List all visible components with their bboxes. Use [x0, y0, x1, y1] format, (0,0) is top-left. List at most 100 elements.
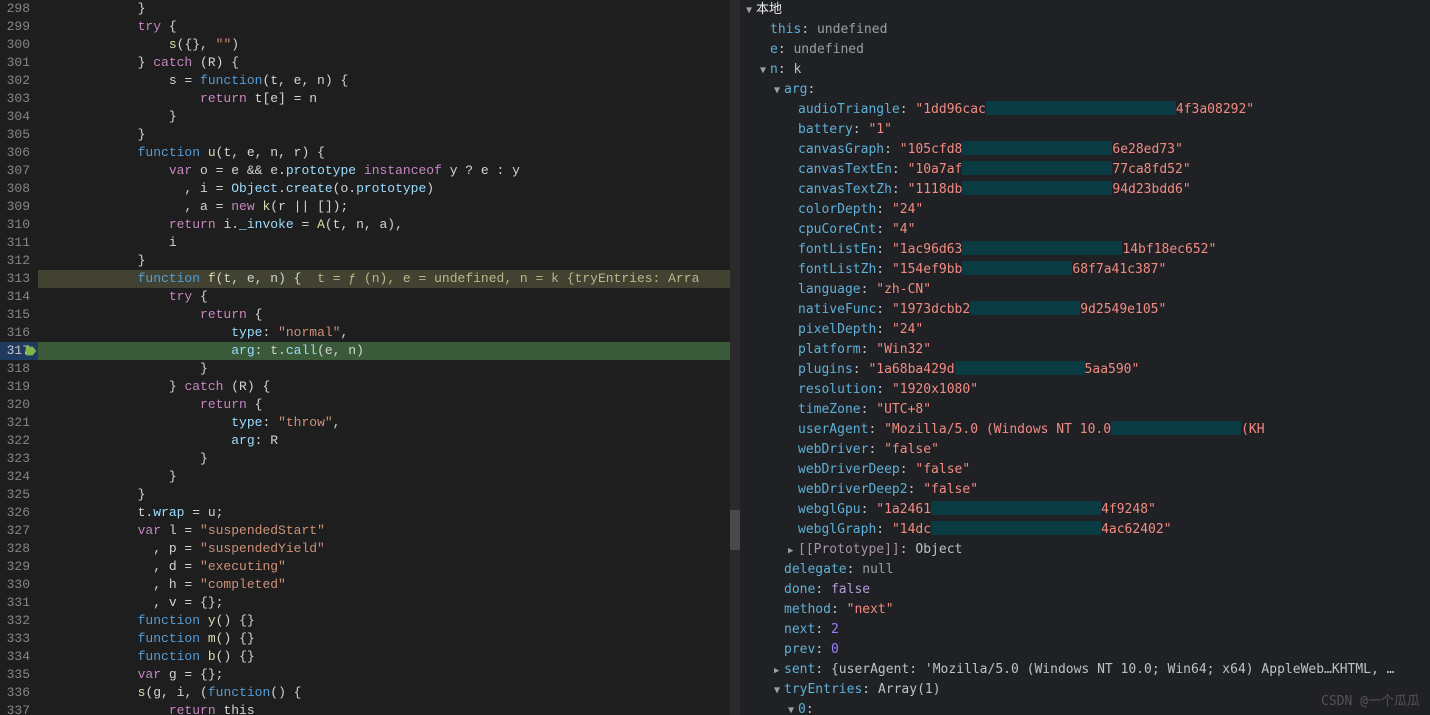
line-number: 321	[0, 414, 38, 432]
line-number: 328	[0, 540, 38, 558]
code-line[interactable]: }	[38, 126, 730, 144]
editor-scrollbar[interactable]	[730, 0, 740, 715]
code-line[interactable]: var l = "suspendedStart"	[38, 522, 730, 540]
scope-prop: webDriverDeep2: "false"	[740, 480, 1430, 500]
line-number: 311	[0, 234, 38, 252]
code-line[interactable]: s(g, i, (function() {	[38, 684, 730, 702]
scope-prop: battery: "1"	[740, 120, 1430, 140]
code-line[interactable]: }	[38, 450, 730, 468]
code-line[interactable]: return {	[38, 396, 730, 414]
line-number: 318	[0, 360, 38, 378]
debug-scope-panel[interactable]: 本地this: undefinede: undefinedn: karg:aud…	[740, 0, 1430, 715]
line-number: 307	[0, 162, 38, 180]
code-line[interactable]: } catch (R) {	[38, 378, 730, 396]
code-line[interactable]: }	[38, 0, 730, 18]
code-line[interactable]: }	[38, 252, 730, 270]
line-number: 306	[0, 144, 38, 162]
line-number: 302	[0, 72, 38, 90]
code-line[interactable]: s = function(t, e, n) {	[38, 72, 730, 90]
line-number: 304	[0, 108, 38, 126]
line-number: 325	[0, 486, 38, 504]
code-line[interactable]: var g = {};	[38, 666, 730, 684]
scope-row: done: false	[740, 580, 1430, 600]
scope-arg[interactable]: arg:	[740, 80, 1430, 100]
line-number: 308	[0, 180, 38, 198]
code-line[interactable]: var o = e && e.prototype instanceof y ? …	[38, 162, 730, 180]
code-line[interactable]: s({}, "")	[38, 36, 730, 54]
code-area[interactable]: } try { s({}, "") } catch (R) { s = func…	[38, 0, 730, 715]
scope-local-header[interactable]: 本地	[740, 0, 1430, 20]
scope-prop: cpuCoreCnt: "4"	[740, 220, 1430, 240]
scrollbar-thumb[interactable]	[730, 510, 740, 550]
line-number: 337	[0, 702, 38, 715]
scope-prop: canvasTextZh: "1118db94d23bdd6"	[740, 180, 1430, 200]
line-number: 300	[0, 36, 38, 54]
scope-prop: platform: "Win32"	[740, 340, 1430, 360]
scope-row: next: 2	[740, 620, 1430, 640]
scope-prop: webDriverDeep: "false"	[740, 460, 1430, 480]
code-line[interactable]: } catch (R) {	[38, 54, 730, 72]
line-number: 314	[0, 288, 38, 306]
line-number: 330	[0, 576, 38, 594]
code-line[interactable]: }	[38, 486, 730, 504]
line-number: 319	[0, 378, 38, 396]
line-number: 333	[0, 630, 38, 648]
code-line[interactable]: , v = {};	[38, 594, 730, 612]
code-line[interactable]: t.wrap = u;	[38, 504, 730, 522]
scope-row: delegate: null	[740, 560, 1430, 580]
code-line[interactable]: function b() {}	[38, 648, 730, 666]
line-number: 303	[0, 90, 38, 108]
code-line[interactable]: function u(t, e, n, r) {	[38, 144, 730, 162]
scope-prototype[interactable]: [[Prototype]]: Object	[740, 540, 1430, 560]
code-line[interactable]: return t[e] = n	[38, 90, 730, 108]
code-line[interactable]: , p = "suspendedYield"	[38, 540, 730, 558]
code-line[interactable]: function y() {}	[38, 612, 730, 630]
code-line[interactable]: , i = Object.create(o.prototype)	[38, 180, 730, 198]
code-line[interactable]: arg: R	[38, 432, 730, 450]
line-number: 329	[0, 558, 38, 576]
scope-prop: webglGraph: "14dc4ac62402"	[740, 520, 1430, 540]
code-line[interactable]: type: "throw",	[38, 414, 730, 432]
line-number: 313	[0, 270, 38, 288]
code-line[interactable]: function m() {}	[38, 630, 730, 648]
scope-prop: plugins: "1a68ba429d5aa590"	[740, 360, 1430, 380]
line-number: 336	[0, 684, 38, 702]
code-line[interactable]: try {	[38, 18, 730, 36]
scope-prop: timeZone: "UTC+8"	[740, 400, 1430, 420]
code-line[interactable]: }	[38, 360, 730, 378]
line-gutter: 2982993003013023033043053063073083093103…	[0, 0, 38, 715]
scope-prop: fontListEn: "1ac96d6314bf18ec652"	[740, 240, 1430, 260]
code-line[interactable]: try {	[38, 288, 730, 306]
code-line[interactable]: i	[38, 234, 730, 252]
scope-prop: webglGpu: "1a24614f9248"	[740, 500, 1430, 520]
line-number: 320	[0, 396, 38, 414]
scope-sent[interactable]: sent: {userAgent: 'Mozilla/5.0 (Windows …	[740, 660, 1430, 680]
scope-var-n[interactable]: n: k	[740, 60, 1430, 80]
line-number: 334	[0, 648, 38, 666]
code-line[interactable]: , a = new k(r || []);	[38, 198, 730, 216]
code-line[interactable]: return i._invoke = A(t, n, a),	[38, 216, 730, 234]
code-line[interactable]: , h = "completed"	[38, 576, 730, 594]
execution-pointer-icon	[0, 342, 38, 360]
code-line[interactable]: arg: t.call(e, n)	[38, 342, 730, 360]
code-line[interactable]: function f(t, e, n) { t = ƒ (n), e = und…	[38, 270, 730, 288]
code-line[interactable]: return {	[38, 306, 730, 324]
line-number: 335	[0, 666, 38, 684]
code-line[interactable]: }	[38, 468, 730, 486]
scope-prop: resolution: "1920x1080"	[740, 380, 1430, 400]
line-number: 305	[0, 126, 38, 144]
line-number: 298	[0, 0, 38, 18]
code-line[interactable]: , d = "executing"	[38, 558, 730, 576]
code-editor[interactable]: 2982993003013023033043053063073083093103…	[0, 0, 740, 715]
line-number: 301	[0, 54, 38, 72]
code-line[interactable]: type: "normal",	[38, 324, 730, 342]
code-line[interactable]: return this	[38, 702, 730, 715]
line-number: 315	[0, 306, 38, 324]
scope-prop: userAgent: "Mozilla/5.0 (Windows NT 10.0…	[740, 420, 1430, 440]
scope-prop: audioTriangle: "1dd96cac4f3a08292"	[740, 100, 1430, 120]
line-number: 332	[0, 612, 38, 630]
code-line[interactable]: }	[38, 108, 730, 126]
scope-tree[interactable]: 本地this: undefinede: undefinedn: karg:aud…	[740, 0, 1430, 715]
line-number: 326	[0, 504, 38, 522]
line-number: 331	[0, 594, 38, 612]
